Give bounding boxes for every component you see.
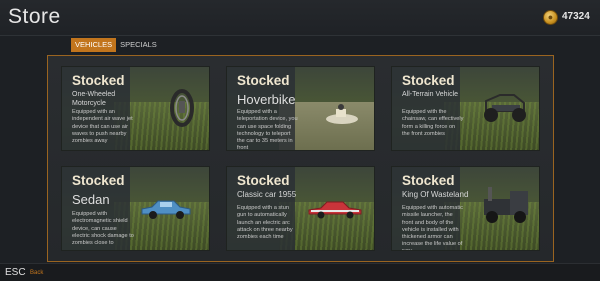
card-status: Stocked <box>237 73 290 88</box>
card-description: Equipped with an independent air wave je… <box>72 109 133 145</box>
card-vehicle-name: King Of Wasteland <box>402 190 469 199</box>
top-bar: Store ● 47324 <box>0 0 600 36</box>
vehicle-card-all-terrain-vehicle[interactable]: Stocked All-Terrain Vehicle Equipped wit… <box>391 66 540 151</box>
card-description: Equipped with a stun gun to automaticall… <box>237 205 293 241</box>
tab-specials[interactable]: SPECIALS <box>116 38 161 52</box>
card-status: Stocked <box>237 173 290 188</box>
card-vehicle-name: All-Terrain Vehicle <box>402 91 459 98</box>
coin-balance: 47324 <box>562 11 590 22</box>
vehicle-card-hoverbike[interactable]: Stocked Hoverbike Equipped with a telepo… <box>226 66 375 151</box>
tab-vehicles[interactable]: VEHICLES <box>71 38 117 52</box>
card-status: Stocked <box>72 173 125 188</box>
classic-car-icon <box>308 201 362 219</box>
card-vehicle-name: One-Wheeled Motorcycle <box>72 91 116 107</box>
monowheel-icon <box>170 89 194 127</box>
back-button[interactable]: Back <box>30 270 43 276</box>
card-status: Stocked <box>72 73 125 88</box>
card-description: Equipped with automatic missile launcher… <box>402 205 463 250</box>
vehicle-card-sedan[interactable]: Stocked Sedan Equipped with electromagne… <box>61 166 210 251</box>
esc-key-hint[interactable]: ESC <box>5 267 26 278</box>
gold-coin-icon: ● <box>543 10 558 25</box>
store-panel: Stocked One-Wheeled Motorcycle Equipped … <box>47 55 554 262</box>
card-vehicle-name: Sedan <box>72 192 110 207</box>
vehicle-card-classic-car-1955[interactable]: Stocked Classic car 1955 Equipped with a… <box>226 166 375 251</box>
card-description: Equipped with the chainsaw, can effectiv… <box>402 109 464 137</box>
footer-bar: ESC Back <box>0 263 600 281</box>
card-vehicle-name: Classic car 1955 <box>237 190 297 199</box>
card-status: Stocked <box>402 73 455 88</box>
card-description: Equipped with a teleportation device, yo… <box>237 109 298 151</box>
page-title: Store <box>8 5 61 28</box>
vehicle-card-one-wheeled-motorcycle[interactable]: Stocked One-Wheeled Motorcycle Equipped … <box>61 66 210 151</box>
card-description: Equipped with electromagnetic shield dev… <box>72 211 134 247</box>
card-status: Stocked <box>402 173 455 188</box>
store-tabs: VEHICLES SPECIALS <box>71 38 161 52</box>
card-vehicle-name: Hoverbike <box>237 92 296 107</box>
vehicle-card-king-of-wasteland[interactable]: Stocked King Of Wasteland Equipped with … <box>391 166 540 251</box>
